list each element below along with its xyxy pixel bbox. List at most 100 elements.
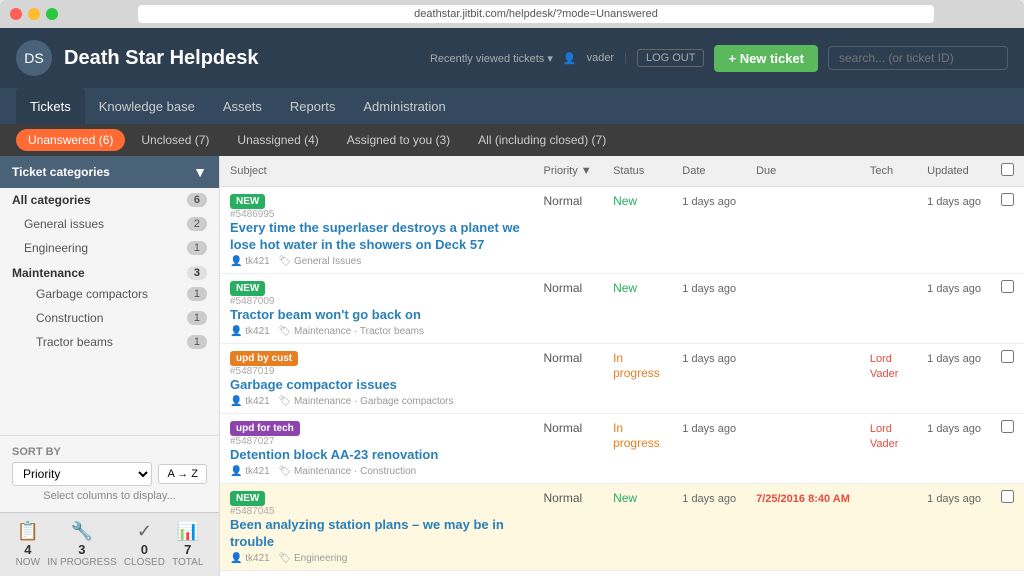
nav-reports[interactable]: Reports [276, 88, 350, 124]
ticket-tech: Lord Vader [860, 343, 917, 413]
sidebar-item-tractor-beams[interactable]: Tractor beams 1 [0, 330, 219, 354]
sidebar-item-general-issues[interactable]: General issues 2 [0, 212, 219, 236]
minimize-button[interactable] [28, 8, 40, 20]
app-title: Death Star Helpdesk [64, 47, 430, 70]
category-maintenance-count: 3 [187, 266, 207, 280]
table-row[interactable]: NEW #5486985 Lord Vader's monthly suit m… [220, 570, 1024, 576]
stat-now-num: 4 [16, 542, 40, 557]
stat-total-num: 7 [172, 542, 203, 557]
ticket-subject-link[interactable]: Detention block AA-23 renovation [230, 447, 438, 462]
tab-bar: Unanswered (6) Unclosed (7) Unassigned (… [0, 124, 1024, 156]
ticket-priority: Critical [534, 570, 604, 576]
tab-all[interactable]: All (including closed) (7) [466, 129, 618, 151]
category-garbage-count: 1 [187, 287, 207, 301]
ticket-badge: upd by cust [230, 351, 298, 366]
sidebar-item-garbage-compactors[interactable]: Garbage compactors 1 [0, 282, 219, 306]
ticket-status: New [603, 187, 672, 274]
ticket-checkbox-cell [991, 343, 1024, 413]
col-status: Status [603, 156, 672, 187]
sidebar-item-engineering[interactable]: Engineering 1 [0, 236, 219, 260]
ticket-user: 👤 tk421 [230, 466, 270, 477]
sort-order-button[interactable]: A → Z [158, 464, 207, 484]
ticket-checkbox-cell [991, 570, 1024, 576]
select-columns-link[interactable]: Select columns to display... [12, 490, 207, 502]
category-all-count: 6 [187, 193, 207, 207]
priority-value: Normal [544, 491, 583, 505]
user-avatar-icon: 👤 [563, 52, 577, 65]
nav-tickets[interactable]: Tickets [16, 88, 85, 124]
ticket-date: 1 days ago [672, 483, 746, 570]
status-value: In progress [613, 351, 660, 380]
tab-assigned-to-you[interactable]: Assigned to you (3) [335, 129, 462, 151]
ticket-tech [860, 273, 917, 343]
nav-knowledge-base[interactable]: Knowledge base [85, 88, 209, 124]
ticket-priority: Normal [534, 273, 604, 343]
ticket-date: 1 days ago [672, 187, 746, 274]
sidebar-item-construction[interactable]: Construction 1 [0, 306, 219, 330]
table-row[interactable]: upd for tech #5487027 Detention block AA… [220, 413, 1024, 483]
col-updated: Updated [917, 156, 991, 187]
ticket-date: 1 days ago [672, 273, 746, 343]
ticket-priority: Normal [534, 413, 604, 483]
sort-controls: Priority Date Status A → Z [12, 462, 207, 486]
logo-text: DS [24, 50, 43, 66]
ticket-subject-link[interactable]: Been analyzing station plans – we may be… [230, 517, 504, 549]
closed-icon: ✓ [124, 521, 165, 542]
table-row[interactable]: NEW #5487045 Been analyzing station plan… [220, 483, 1024, 570]
maximize-button[interactable] [46, 8, 58, 20]
col-checkbox [991, 156, 1024, 187]
stat-closed-num: 0 [124, 542, 165, 557]
filter-icon[interactable]: ▼ [193, 164, 207, 180]
table-row[interactable]: NEW #5487009 Tractor beam won't go back … [220, 273, 1024, 343]
ticket-subject-link[interactable]: Tractor beam won't go back on [230, 307, 421, 322]
ticket-checkbox[interactable] [1001, 350, 1014, 363]
ticket-category: 🏷 Maintenance · Garbage compactors [278, 396, 453, 407]
current-user: vader [587, 52, 615, 64]
nav-administration[interactable]: Administration [349, 88, 459, 124]
tab-unanswered[interactable]: Unanswered (6) [16, 129, 125, 151]
table-row[interactable]: upd by cust #5487019 Garbage compactor i… [220, 343, 1024, 413]
ticket-checkbox[interactable] [1001, 193, 1014, 206]
logout-button[interactable]: LOG OUT [637, 49, 705, 67]
sidebar-item-all-categories[interactable]: All categories 6 [0, 188, 219, 212]
ticket-priority: Normal [534, 483, 604, 570]
ticket-id: #5487045 [230, 506, 524, 517]
search-input[interactable] [828, 46, 1008, 70]
ticket-subject-cell: NEW #5487009 Tractor beam won't go back … [220, 273, 534, 343]
nav-assets[interactable]: Assets [209, 88, 276, 124]
ticket-subject-link[interactable]: Every time the superlaser destroys a pla… [230, 220, 520, 252]
url-bar[interactable]: deathstar.jitbit.com/helpdesk/?mode=Unan… [138, 5, 934, 23]
new-ticket-button[interactable]: + New ticket [714, 45, 818, 72]
ticket-id: #5486995 [230, 209, 524, 220]
separator: | [624, 52, 627, 64]
ticket-badge: NEW [230, 491, 265, 506]
ticket-subject-link[interactable]: Garbage compactor issues [230, 377, 397, 392]
close-button[interactable] [10, 8, 22, 20]
ticket-meta: 👤 tk421 🏷 Maintenance · Construction [230, 466, 524, 477]
sort-section: SORT BY Priority Date Status A → Z Selec… [0, 435, 219, 512]
sort-select[interactable]: Priority Date Status [12, 462, 152, 486]
col-date: Date [672, 156, 746, 187]
recently-viewed[interactable]: Recently viewed tickets ▾ [430, 52, 553, 65]
ticket-id: #5487027 [230, 436, 524, 447]
table-row[interactable]: NEW #5486995 Every time the superlaser d… [220, 187, 1024, 274]
sidebar-header: Ticket categories ▼ [0, 156, 219, 188]
tab-unclosed[interactable]: Unclosed (7) [129, 129, 221, 151]
col-tech: Tech [860, 156, 917, 187]
stat-total-label: TOTAL [172, 557, 203, 568]
ticket-priority: Normal [534, 343, 604, 413]
ticket-checkbox[interactable] [1001, 280, 1014, 293]
select-all-checkbox[interactable] [1001, 163, 1014, 176]
tab-unassigned[interactable]: Unassigned (4) [225, 129, 330, 151]
ticket-checkbox[interactable] [1001, 420, 1014, 433]
ticket-priority: Normal [534, 187, 604, 274]
stat-closed-label: CLOSED [124, 557, 165, 568]
ticket-checkbox[interactable] [1001, 490, 1014, 503]
ticket-tech [860, 483, 917, 570]
category-general-label: General issues [24, 217, 104, 231]
col-priority[interactable]: Priority ▼ [534, 156, 604, 187]
nav-bar: Tickets Knowledge base Assets Reports Ad… [0, 88, 1024, 124]
sidebar-item-maintenance[interactable]: Maintenance 3 [0, 260, 219, 282]
ticket-subject-cell: NEW #5486995 Every time the superlaser d… [220, 187, 534, 274]
status-value: In progress [613, 421, 660, 450]
